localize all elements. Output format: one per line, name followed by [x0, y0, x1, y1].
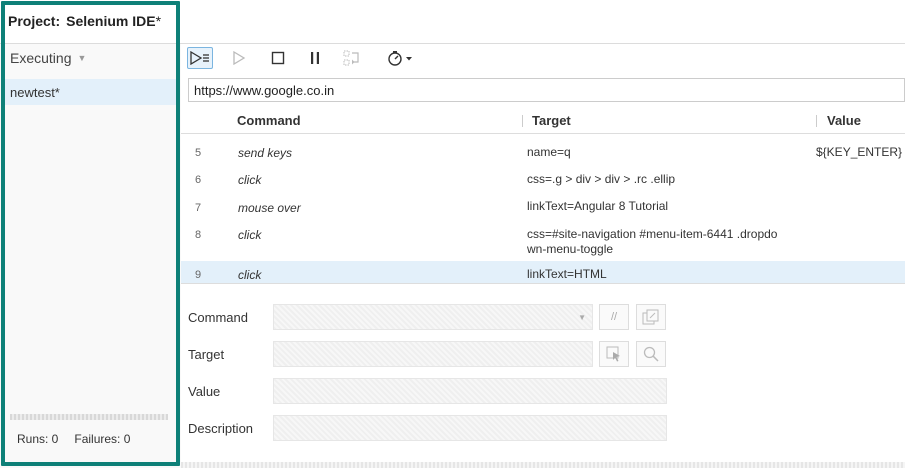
chevron-down-icon: ▼ [578, 313, 586, 322]
row-number: 7 [195, 202, 202, 214]
table-row[interactable]: 5 send keys name=q ${KEY_ENTER} [181, 134, 905, 160]
search-icon [643, 346, 659, 362]
disable-breakpoints-button[interactable] [339, 47, 365, 69]
test-item-newtest[interactable]: newtest* [5, 79, 177, 105]
chevron-down-icon: ▼ [77, 53, 87, 63]
run-all-button[interactable] [187, 47, 213, 69]
command-table: 5 send keys name=q ${KEY_ENTER} 6 click … [181, 134, 905, 284]
panel-resize-handle[interactable] [181, 462, 905, 468]
stop-button[interactable] [265, 47, 291, 69]
column-divider[interactable] [816, 115, 817, 127]
disable-breakpoints-icon [343, 50, 359, 66]
base-url-input[interactable]: https://www.google.co.in [188, 78, 905, 102]
column-value: Value [827, 113, 861, 128]
row-number: 9 [195, 269, 202, 281]
run-all-icon [190, 51, 209, 65]
row-number: 6 [195, 174, 202, 186]
value-field-label: Value [188, 384, 221, 399]
command-field[interactable]: ▼ [273, 304, 593, 330]
table-row[interactable]: 7 mouse over linkText=Angular 8 Tutorial [181, 187, 905, 215]
table-row[interactable]: 8 click css=#site-navigation #menu-item-… [181, 214, 905, 261]
run-current-icon [233, 51, 246, 65]
row-target: linkText=HTML [527, 267, 607, 281]
comment-button[interactable]: // [599, 304, 629, 330]
row-command: click [238, 228, 262, 242]
sidebar-scrollbar[interactable] [10, 414, 168, 420]
test-sidebar: Executing ▼ newtest* Runs: 0 Failures: 0 [0, 44, 181, 468]
runs-count: Runs: 0 [17, 432, 59, 446]
row-command: mouse over [238, 201, 301, 215]
external-link-icon [642, 309, 659, 325]
description-field-label: Description [188, 421, 254, 436]
select-element-icon [606, 346, 620, 362]
row-target-line: css=#site-navigation #menu-item-6441 .dr… [527, 227, 778, 241]
row-target: css=#site-navigation #menu-item-6441 .dr… [527, 227, 797, 257]
project-header: Project: Selenium IDE* [0, 0, 905, 44]
target-field[interactable] [273, 341, 593, 367]
row-command: click [238, 268, 262, 282]
mode-label: Executing [10, 50, 72, 66]
project-title: Project: Selenium IDE* [8, 13, 161, 29]
failures-count: Failures: 0 [74, 432, 131, 446]
stop-icon [271, 51, 285, 65]
project-name[interactable]: Selenium IDE [66, 13, 155, 29]
select-target-button[interactable] [599, 341, 629, 367]
column-target: Target [532, 113, 571, 128]
mode-dropdown[interactable]: Executing ▼ [10, 50, 86, 66]
pause-icon [311, 52, 319, 64]
row-target-line: wn-menu-toggle [527, 242, 614, 256]
target-field-label: Target [188, 347, 225, 362]
row-target: linkText=Angular 8 Tutorial [527, 199, 669, 213]
row-target: css=.g > div > div > .rc .ellip [527, 172, 676, 186]
command-table-header: Command Target Value [181, 106, 905, 134]
run-current-button[interactable] [226, 47, 252, 69]
open-reference-button[interactable] [636, 304, 666, 330]
description-field[interactable] [273, 415, 667, 441]
table-row-selected[interactable]: 9 click linkText=HTML [181, 261, 905, 283]
column-divider[interactable] [522, 115, 523, 127]
table-row[interactable]: 6 click css=.g > div > div > .rc .ellip [181, 160, 905, 187]
run-status: Runs: 0 Failures: 0 [17, 432, 130, 446]
command-editor: Command ▼ // Target Value Description [181, 290, 905, 468]
row-number: 5 [195, 147, 202, 159]
row-number: 8 [195, 229, 202, 241]
row-command: click [238, 173, 262, 187]
find-target-button[interactable] [636, 341, 666, 367]
row-command: send keys [238, 146, 293, 160]
pause-button[interactable] [302, 47, 328, 69]
column-command: Command [237, 113, 301, 128]
unsaved-marker: * [155, 13, 162, 29]
speed-icon [388, 51, 412, 66]
playback-toolbar [181, 44, 905, 74]
row-value: ${KEY_ENTER} [816, 145, 903, 159]
selenium-ide-window: Project: Selenium IDE* Executing ▼ newtest… [0, 0, 905, 468]
speed-button[interactable] [385, 47, 417, 69]
project-label: Project: [8, 13, 61, 29]
value-field[interactable] [273, 378, 667, 404]
row-target: name=q [527, 145, 571, 159]
command-field-label: Command [188, 310, 248, 325]
